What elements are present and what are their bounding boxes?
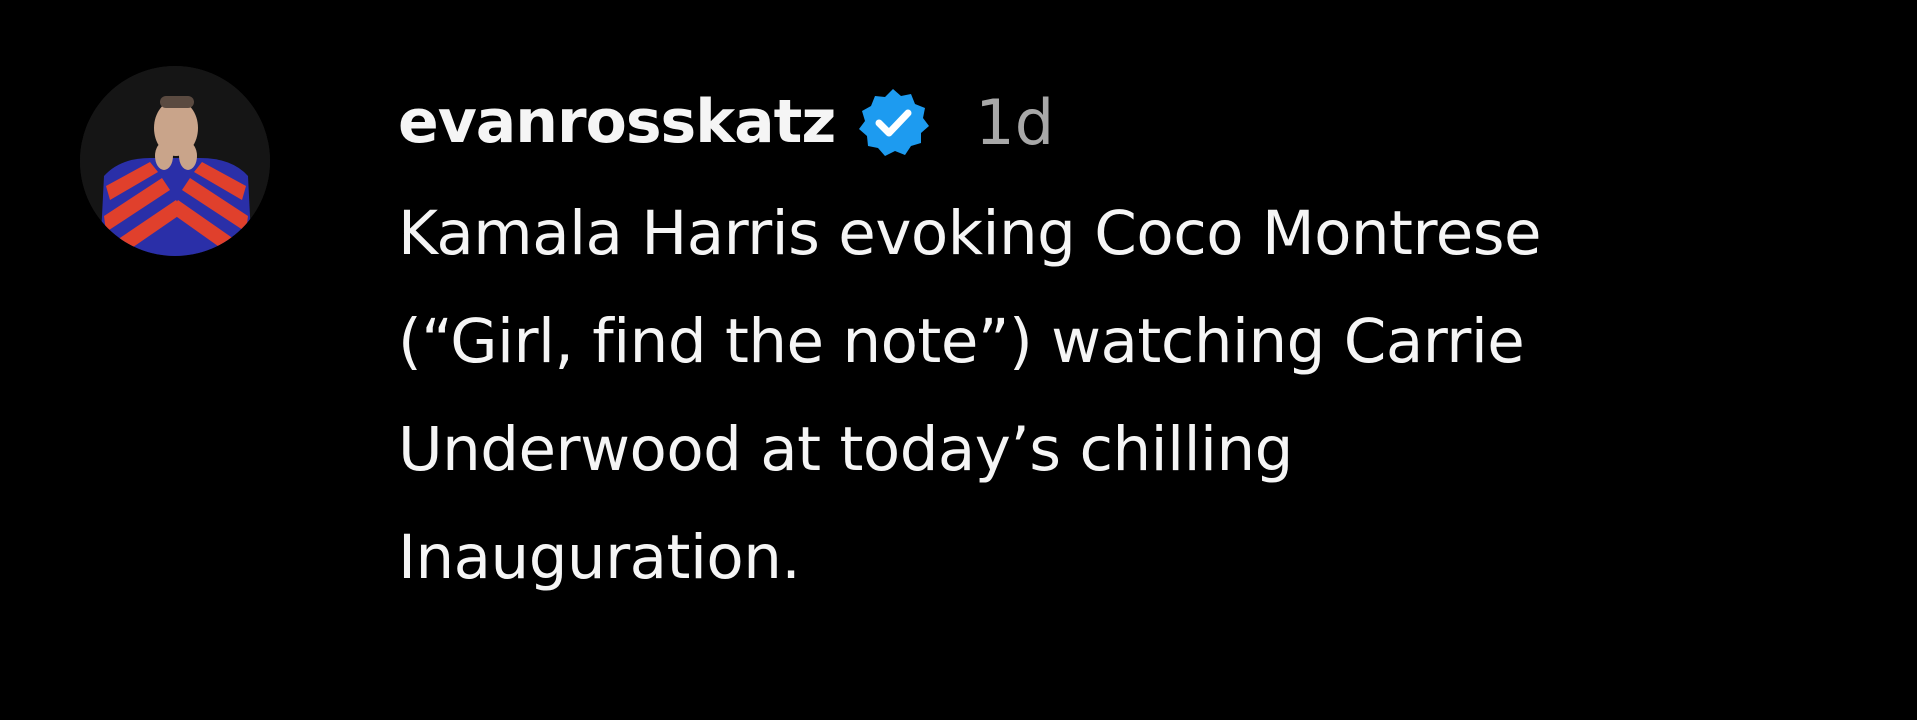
comment-post: evanrosskatz 1d Kamala Harris evoking Co… <box>80 66 1878 612</box>
caption-line: (“Girl, find the note”) watching Carrie <box>398 306 1525 377</box>
comment-header: evanrosskatz 1d <box>398 84 1878 160</box>
profile-photo-avatar <box>80 66 270 256</box>
avatar[interactable] <box>80 66 270 256</box>
username-link[interactable]: evanrosskatz <box>398 87 836 157</box>
comment-content: evanrosskatz 1d Kamala Harris evoking Co… <box>398 84 1878 612</box>
caption-line: Underwood at today’s chilling <box>398 414 1293 485</box>
verified-badge-icon <box>857 86 930 158</box>
comment-text: Kamala Harris evoking Coco Montrese (“Gi… <box>398 180 1878 612</box>
caption-line: Kamala Harris evoking Coco Montrese <box>398 198 1542 269</box>
timestamp[interactable]: 1d <box>975 86 1054 159</box>
caption-line: Inauguration. <box>398 522 801 593</box>
